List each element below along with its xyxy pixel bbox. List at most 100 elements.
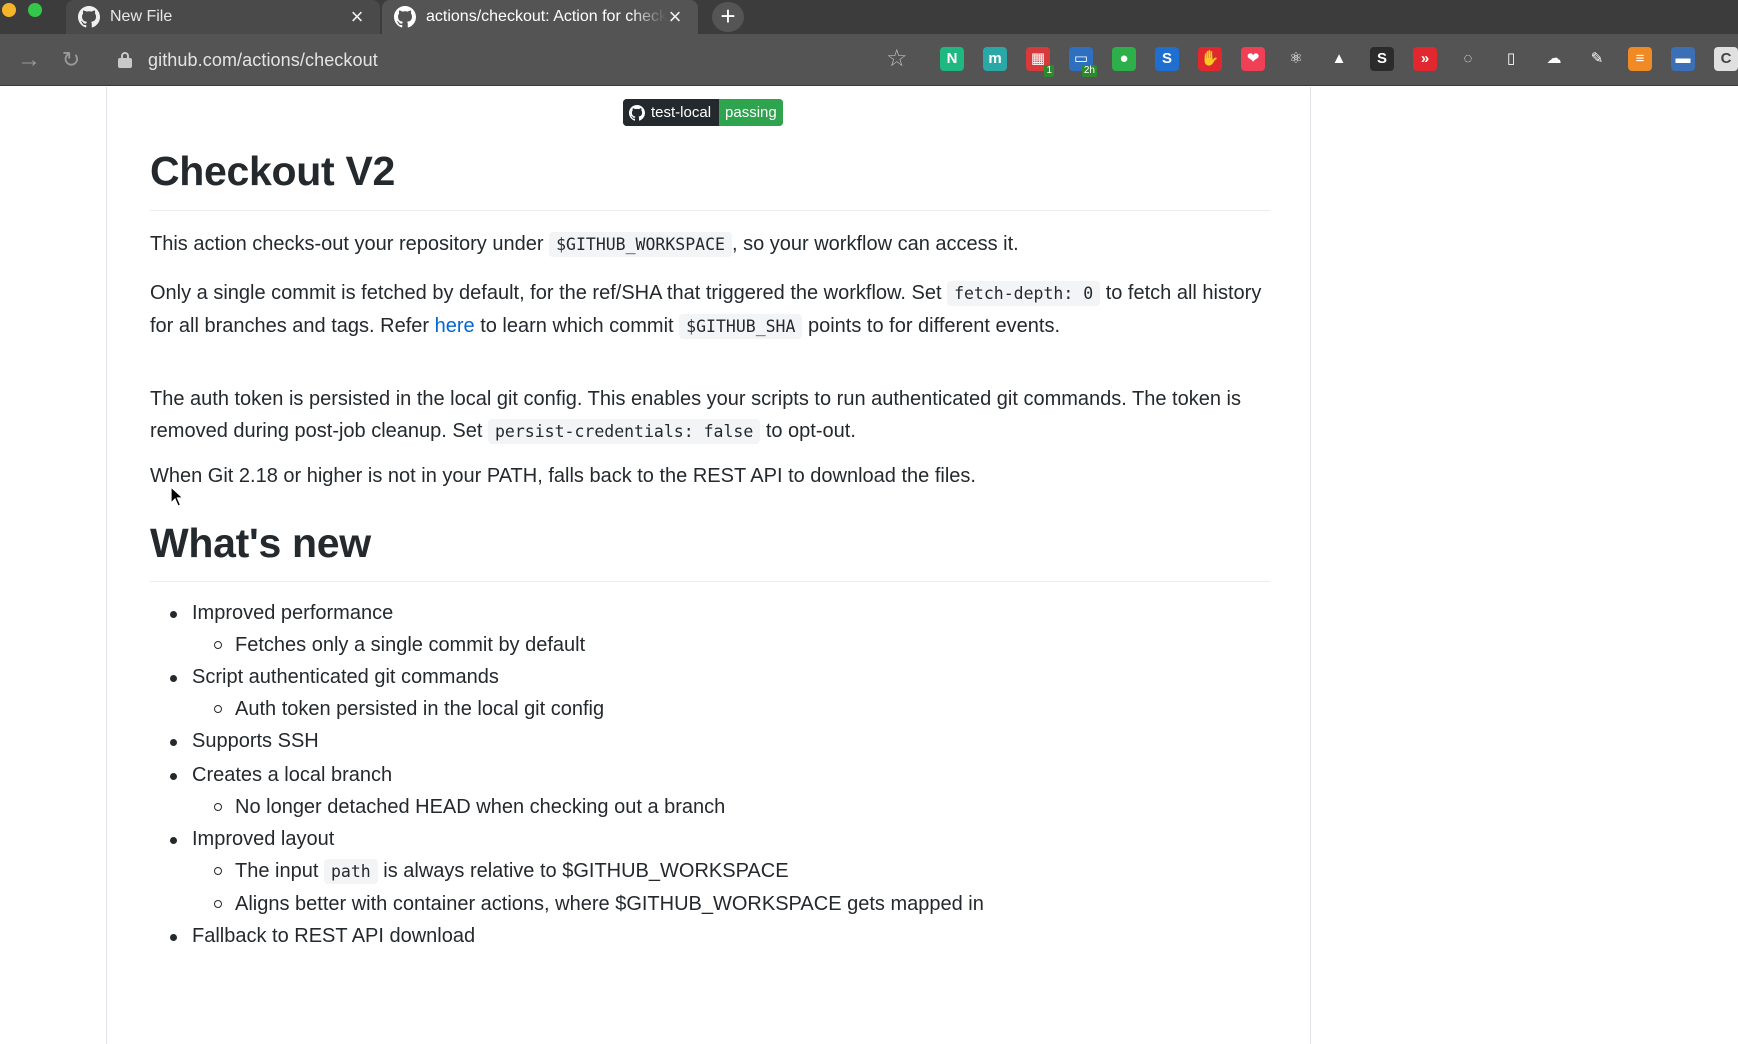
eyedropper-icon[interactable]: ✎ xyxy=(1585,47,1609,71)
sub-list-item: Fetches only a single commit by default xyxy=(192,631,1270,659)
list-item: Supports SSH xyxy=(150,727,1270,755)
extension-badge: 1 xyxy=(1044,65,1054,77)
here-link[interactable]: here xyxy=(435,315,475,337)
list-item-text: Supports SSH xyxy=(192,730,319,752)
bullet xyxy=(170,739,177,746)
tab-new-file[interactable]: New File × xyxy=(66,0,380,34)
evernote-icon[interactable]: ● xyxy=(1112,47,1136,71)
sub-list-item-text: Fetches only a single commit by default xyxy=(235,634,586,656)
text: points to for different events. xyxy=(802,315,1060,337)
whats-new-list: Improved performance Fetches only a sing… xyxy=(150,599,1270,950)
text: is always relative to $GITHUB_WORKSPACE xyxy=(377,860,789,882)
stop-icon[interactable]: ✋ xyxy=(1198,47,1222,71)
sub-list-item: Aligns better with container actions, wh… xyxy=(192,890,1270,918)
list-item-text: Creates a local branch xyxy=(192,764,393,786)
sub-list: The input path is always relative to $GI… xyxy=(192,857,1270,918)
code-github-sha: $GITHUB_SHA xyxy=(679,314,803,339)
cloud-icon[interactable]: ☁ xyxy=(1542,47,1566,71)
list-item-text: Script authenticated git commands xyxy=(192,666,499,688)
badge-label: test-local xyxy=(651,104,712,121)
list-item-text: Fallback to REST API download xyxy=(192,925,476,947)
reload-icon[interactable]: ↻ xyxy=(56,45,86,75)
bullet xyxy=(170,611,177,618)
bullet xyxy=(170,675,177,682)
code-path: path xyxy=(323,859,378,884)
atom-icon[interactable]: ⚛ xyxy=(1284,47,1308,71)
whats-new-heading: What's new xyxy=(150,520,371,566)
bookmark-star-icon[interactable]: ☆ xyxy=(886,44,908,74)
window-icon[interactable]: ▭ 2h xyxy=(1069,47,1097,77)
browser-toolbar: → ↻ github.com/actions/checkout ☆ Nm ▦ 1 ▭ 2… xyxy=(0,34,1738,86)
text: Only a single commit is fetched by defau… xyxy=(150,282,948,304)
maximize-window-button[interactable] xyxy=(28,3,42,17)
list-item-text: Improved performance xyxy=(192,602,394,624)
calendar-icon[interactable]: ▦ 1 xyxy=(1026,47,1054,77)
heading-divider xyxy=(150,581,1270,582)
list-item: Improved layout The input path is always… xyxy=(150,825,1270,918)
close-tab-icon[interactable]: × xyxy=(348,6,366,28)
badge-status: passing xyxy=(725,104,777,121)
page-title: Checkout V2 xyxy=(150,148,396,194)
url-text: github.com/actions/checkout xyxy=(148,49,378,70)
text: to opt-out. xyxy=(760,420,856,442)
sub-list-item: The input path is always relative to $GI… xyxy=(192,857,1270,886)
page-content: test-local passing Checkout V2 This acti… xyxy=(0,87,1738,1044)
sub-list-item-text: Aligns better with container actions, wh… xyxy=(235,893,984,915)
blue-icon[interactable]: ▬ xyxy=(1671,47,1695,71)
text: , so your workflow can access it. xyxy=(731,233,1019,255)
drive-icon[interactable]: ▲ xyxy=(1327,47,1351,71)
minimize-window-button[interactable] xyxy=(2,3,16,17)
circle-bullet xyxy=(214,803,222,811)
sub-list-item: No longer detached HEAD when checking ou… xyxy=(192,793,1270,821)
paragraph-workspace: This action checks-out your repository u… xyxy=(150,228,1270,261)
paragraph-auth-token: The auth token is persisted in the local… xyxy=(150,383,1270,448)
s-dark-icon[interactable]: S xyxy=(1370,47,1394,71)
tab-strip: New File × actions/checkout: Action for … xyxy=(0,0,1738,34)
bullet xyxy=(170,837,177,844)
bulb-icon[interactable]: ◌ xyxy=(1456,47,1480,71)
list-item-text: Improved layout xyxy=(192,828,335,850)
sub-list: No longer detached HEAD when checking ou… xyxy=(192,793,1270,821)
forward-icon[interactable]: » xyxy=(1413,47,1437,71)
circle-bullet xyxy=(214,900,222,908)
code-persist-credentials: persist-credentials: false xyxy=(487,419,761,444)
sub-list: Fetches only a single commit by default xyxy=(192,631,1270,659)
tab-title: New File xyxy=(110,8,173,25)
sub-list-item-text: No longer detached HEAD when checking ou… xyxy=(235,796,726,818)
forward-icon[interactable]: → xyxy=(14,45,44,75)
list-item: Improved performance Fetches only a sing… xyxy=(150,599,1270,659)
sub-list-item-text: Auth token persisted in the local git co… xyxy=(235,698,605,720)
paragraph-fetch-depth: Only a single commit is fetched by defau… xyxy=(150,277,1270,343)
s-icon[interactable]: S xyxy=(1155,47,1179,71)
circle-bullet xyxy=(214,705,222,713)
n-icon[interactable]: N xyxy=(940,47,964,71)
address-bar[interactable]: github.com/actions/checkout xyxy=(104,43,924,77)
close-tab-icon[interactable]: × xyxy=(666,6,684,28)
mouse-cursor-icon xyxy=(170,486,185,507)
tab-title: actions/checkout: Action for checking ou… xyxy=(426,8,666,25)
sub-list-item: Auth token persisted in the local git co… xyxy=(192,695,1270,723)
text: This action checks-out your repository u… xyxy=(150,233,550,255)
paragraph-git-version: When Git 2.18 or higher is not in your P… xyxy=(150,465,976,487)
orange-icon[interactable]: ≡ xyxy=(1628,47,1652,71)
code-github-workspace: $GITHUB_WORKSPACE xyxy=(549,232,732,257)
list-item: Script authenticated git commands Auth t… xyxy=(150,663,1270,723)
lock-icon xyxy=(118,52,132,68)
list-item: Creates a local branch No longer detache… xyxy=(150,761,1270,821)
bookmark-icon[interactable]: ▯ xyxy=(1499,47,1523,71)
circle-bullet xyxy=(214,867,222,875)
new-tab-button[interactable]: + xyxy=(712,2,744,32)
github-icon xyxy=(629,104,645,121)
m-icon[interactable]: m xyxy=(983,47,1007,71)
tab-actions-checkout[interactable]: actions/checkout: Action for checking ou… xyxy=(382,0,698,34)
sub-list: Auth token persisted in the local git co… xyxy=(192,695,1270,723)
list-item: Fallback to REST API download xyxy=(150,922,1270,950)
github-icon xyxy=(394,6,416,28)
bullet xyxy=(170,773,177,780)
ci-status-badge[interactable]: test-local passing xyxy=(623,99,783,126)
pocket-icon[interactable]: ❤ xyxy=(1241,47,1265,71)
heading-divider xyxy=(150,210,1270,211)
text: The input xyxy=(235,860,324,882)
c-icon[interactable]: C xyxy=(1714,47,1738,71)
text: to learn which commit xyxy=(474,315,680,337)
